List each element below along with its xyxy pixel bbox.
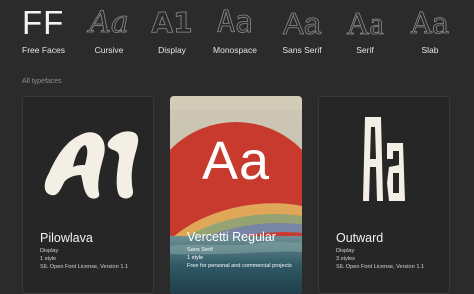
serif-sample-glyph: Aa	[346, 5, 384, 41]
font-license: SIL Open Font License, Version 1.1	[336, 264, 425, 270]
section-title: All typefaces	[22, 78, 62, 85]
category-cursive[interactable]: Aa Cursive	[78, 6, 140, 55]
font-license: SIL Open Font License, Version 1.1	[40, 264, 129, 270]
font-style-count: 1 style	[187, 255, 204, 261]
font-category: Sans Serif	[187, 247, 213, 253]
display-sample-glyph: A1	[151, 6, 193, 39]
category-serif-label: Serif	[356, 45, 374, 55]
category-slab-label: Slab	[421, 45, 439, 55]
category-nav: FF Free Faces Aa Cursive A1 Display Aa M…	[0, 0, 474, 66]
font-category: Display	[40, 248, 59, 254]
slab-sample-glyph: Aa	[410, 5, 450, 40]
category-cursive-label: Cursive	[94, 45, 124, 55]
category-sans-serif-label: Sans Serif	[282, 45, 322, 55]
font-style-count: 3 styles	[336, 256, 355, 262]
category-display[interactable]: A1 Display	[141, 6, 203, 55]
logo-label: Free Faces	[22, 45, 65, 55]
sans-serif-sample-glyph: Aa	[283, 5, 322, 41]
font-card-vercetti-regular[interactable]: Aa Vercetti Regular Sans Serif 1 style F…	[170, 96, 302, 294]
font-category: Display	[336, 248, 355, 254]
font-meta: Display 1 style SIL Open Font License, V…	[40, 247, 150, 271]
category-display-label: Display	[158, 45, 186, 55]
font-style-count: 1 style	[40, 256, 57, 262]
cursive-sample-glyph: Aa	[89, 5, 129, 40]
category-monospace-label: Monospace	[213, 45, 257, 55]
font-meta: Sans Serif 1 style Free for personal and…	[187, 246, 297, 270]
category-sans-serif[interactable]: Aa Sans Serif	[271, 6, 333, 55]
font-meta: Display 3 styles SIL Open Font License, …	[336, 247, 446, 271]
vercetti-sample-glyph: Aa	[201, 131, 271, 191]
outward-specimen-image	[363, 117, 405, 201]
category-slab[interactable]: Aa Slab	[399, 6, 461, 55]
pilowlava-specimen-image	[44, 131, 139, 199]
ff-logo-mark: FF	[22, 4, 65, 41]
font-card-pilowlava[interactable]: Pilowlava Display 1 style SIL Open Font …	[22, 96, 154, 294]
font-name: Pilowlava	[40, 231, 93, 245]
font-name: Vercetti Regular	[187, 230, 276, 244]
monospace-sample-glyph: Aa	[216, 5, 254, 40]
font-card-outward[interactable]: Outward Display 3 styles SIL Open Font L…	[318, 96, 450, 294]
category-serif[interactable]: Aa Serif	[334, 6, 396, 55]
category-monospace[interactable]: Aa Monospace	[204, 6, 266, 55]
font-license: Free for personal and commercial project…	[187, 263, 292, 269]
free-faces-logo-link[interactable]: FF Free Faces	[22, 4, 78, 55]
font-name: Outward	[336, 231, 384, 245]
